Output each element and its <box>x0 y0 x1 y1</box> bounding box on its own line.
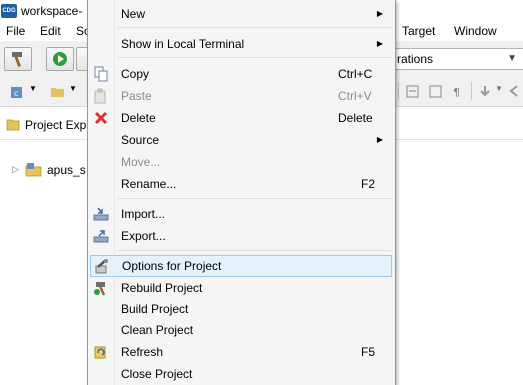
menu-item-label: Build Project <box>121 302 189 316</box>
menu-item-label: Delete <box>121 111 156 125</box>
menu-item-label: Show in Local Terminal <box>121 37 245 51</box>
export-icon <box>93 230 109 243</box>
menu-separator <box>118 250 391 251</box>
menu-item-shortcut: F2 <box>361 177 376 191</box>
show-whitespace-icon[interactable]: ¶ <box>450 84 465 99</box>
menu-edit[interactable]: Edit <box>40 24 61 38</box>
menu-item-shortcut: F5 <box>361 345 376 359</box>
menu-item-build-project[interactable]: Build Project <box>88 298 393 320</box>
app-logo-icon: CDG <box>1 4 17 18</box>
run-button[interactable] <box>46 47 74 71</box>
menu-item-new[interactable]: New ▶ <box>88 3 393 25</box>
menu-item-label: Clean Project <box>121 323 194 337</box>
svg-text:c: c <box>14 89 18 98</box>
menu-item-source[interactable]: Source ▶ <box>88 129 393 151</box>
project-explorer-icon <box>6 119 20 131</box>
refresh-icon <box>94 346 106 359</box>
toggle-block-icon[interactable] <box>428 84 443 99</box>
paste-icon <box>94 88 106 104</box>
menu-item-export[interactable]: Export... <box>88 225 393 247</box>
menu-item-label: Options for Project <box>122 259 222 273</box>
menu-item-paste[interactable]: Paste Ctrl+V <box>88 85 393 107</box>
chevron-down-icon[interactable]: ▼ <box>29 84 37 93</box>
next-annotation-icon[interactable] <box>478 84 493 99</box>
expand-arrow-icon[interactable]: ▷ <box>12 164 19 175</box>
menu-item-copy[interactable]: Copy Ctrl+C <box>88 63 393 85</box>
run-icon <box>53 52 67 66</box>
menu-separator <box>118 198 391 199</box>
menu-target[interactable]: Target <box>402 24 435 38</box>
menu-item-shortcut: Delete <box>338 111 373 125</box>
submenu-arrow-icon: ▶ <box>376 9 383 18</box>
svg-text:¶: ¶ <box>453 86 460 99</box>
menu-item-import[interactable]: Import... <box>88 203 393 225</box>
import-icon <box>93 207 109 221</box>
menu-item-label: Import... <box>121 207 166 221</box>
copy-icon <box>94 66 108 82</box>
menu-item-label: Rebuild Project <box>121 281 203 295</box>
tree-item-project[interactable]: ▷ apus_s <box>10 162 90 180</box>
options-wrench-icon <box>95 259 108 274</box>
c-project-folder-icon <box>25 163 42 177</box>
menu-item-label: Copy <box>121 67 150 81</box>
chevron-down-icon[interactable]: ▼ <box>495 84 503 93</box>
delete-icon <box>94 111 108 125</box>
menu-window[interactable]: Window <box>454 24 497 38</box>
context-menu: New ▶ Show in Local Terminal ▶ Copy Ctrl… <box>87 0 396 385</box>
menu-item-clean-project[interactable]: Clean Project <box>88 319 393 341</box>
launch-configuration-value: rations <box>397 52 434 66</box>
launch-configuration-combo[interactable]: rations ▼ <box>392 48 523 70</box>
submenu-arrow-icon: ▶ <box>376 39 383 48</box>
menu-item-delete[interactable]: Delete Delete <box>88 107 393 129</box>
new-folder-icon[interactable] <box>50 84 65 99</box>
menu-item-shortcut: Ctrl+C <box>338 67 373 81</box>
menu-item-label: Close Project <box>121 367 193 381</box>
project-explorer-tab-label: Project Exp <box>25 118 87 132</box>
toggle-mark-icon[interactable] <box>405 84 420 99</box>
menu-item-label: Source <box>121 133 160 147</box>
menu-item-options-for-project[interactable]: Options for Project <box>90 255 392 277</box>
menu-item-label: Paste <box>121 89 152 103</box>
menu-separator <box>118 57 391 58</box>
menu-item-refresh[interactable]: Refresh F5 <box>88 341 393 363</box>
hammer-icon <box>12 52 22 67</box>
toolbar-separator <box>398 82 399 100</box>
menu-item-shortcut: Ctrl+V <box>338 89 372 103</box>
menu-item-label: Export... <box>121 229 166 243</box>
chevron-down-icon[interactable]: ▼ <box>69 84 77 93</box>
menu-item-label: Rename... <box>121 177 177 191</box>
menu-item-label: New <box>121 7 146 21</box>
project-name-label: apus_s <box>47 163 86 177</box>
menu-item-rename[interactable]: Rename... F2 <box>88 173 393 195</box>
menu-item-close-project[interactable]: Close Project <box>88 363 393 385</box>
menu-file[interactable]: File <box>6 24 25 38</box>
menu-item-move[interactable]: Move... <box>88 151 393 173</box>
rebuild-hammer-icon <box>94 282 106 296</box>
submenu-arrow-icon: ▶ <box>376 135 383 144</box>
previous-edit-icon[interactable] <box>507 84 522 99</box>
toolbar-separator <box>471 82 472 100</box>
menu-item-label: Refresh <box>121 345 164 359</box>
menu-item-label: Move... <box>121 155 161 169</box>
build-button[interactable] <box>4 47 32 71</box>
window-title: workspace- <box>21 4 83 18</box>
menu-separator <box>118 27 391 28</box>
chevron-down-icon: ▼ <box>507 53 517 64</box>
menu-item-rebuild-project[interactable]: Rebuild Project <box>88 277 393 299</box>
menu-item-show-in-local-terminal[interactable]: Show in Local Terminal ▶ <box>88 33 393 55</box>
new-c-project-icon[interactable]: c <box>10 84 25 99</box>
